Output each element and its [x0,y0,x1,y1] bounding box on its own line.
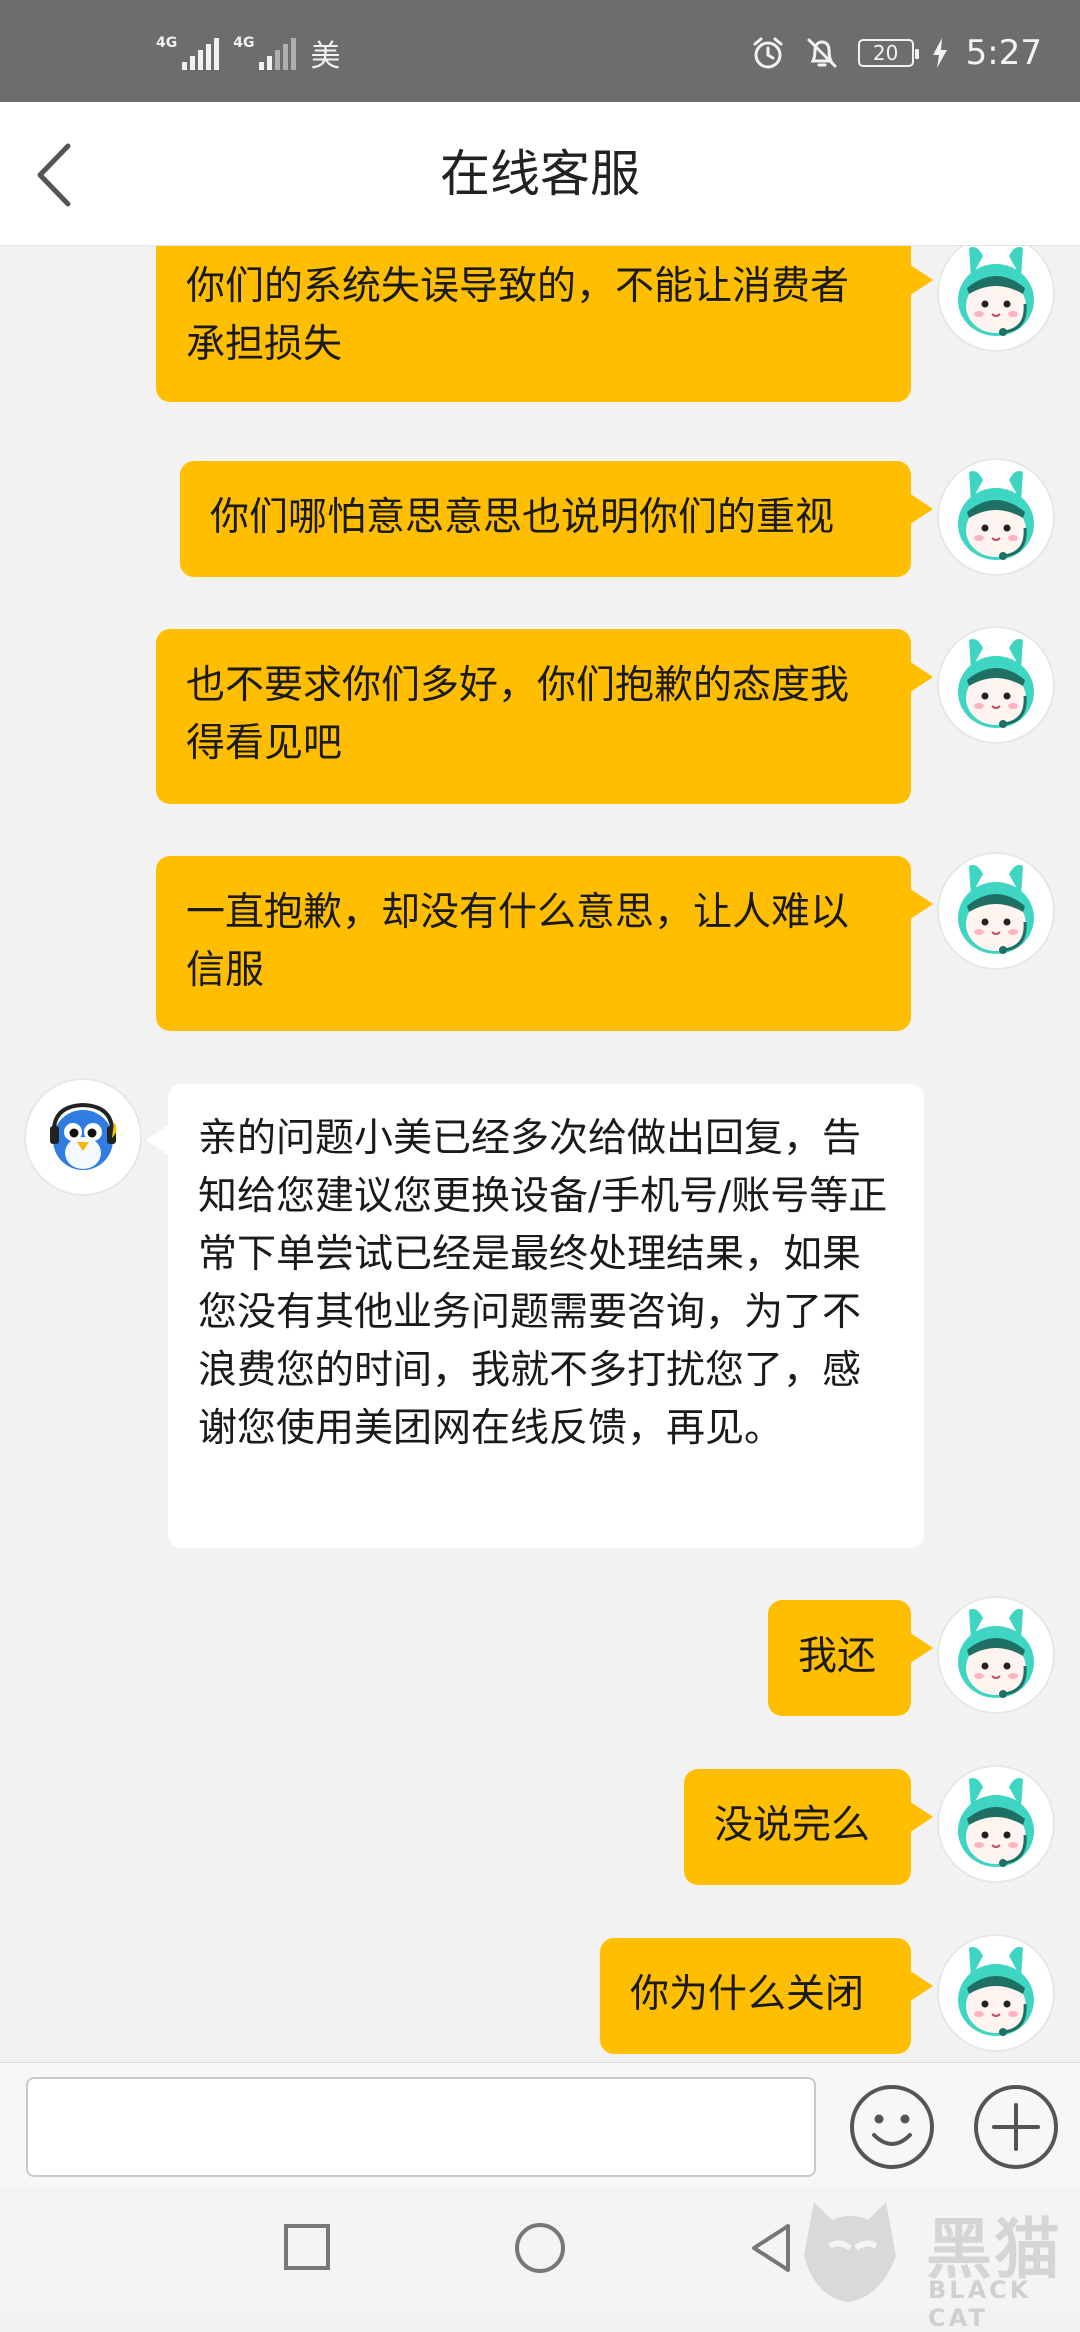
square-icon [284,2224,330,2270]
avatar-icon [937,852,1055,970]
user-message-bubble[interactable]: 也不要求你们多好，你们抱歉的态度我得看见吧 [156,629,933,804]
status-left: 4G 4G 美 [156,30,340,76]
user-avatar[interactable] [937,1596,1055,1714]
chat-area[interactable]: 你们的系统失误导致的，不能让消费者承担损失 你们哪怕意思意思也说明你们的重视 也… [0,246,1080,2062]
user-avatar[interactable] [937,1934,1055,2052]
avatar-icon [937,626,1055,744]
header: 在线客服 [0,102,1080,246]
smiley-icon [850,2085,934,2169]
signal-tag: 4G [156,35,178,51]
status-bar: 4G 4G 美 20 5:27 [0,0,1080,102]
status-right: 20 5:27 [750,30,1042,76]
user-avatar[interactable] [937,852,1055,970]
message-input[interactable] [26,2077,816,2177]
input-bar [0,2062,1080,2186]
user-avatar[interactable] [937,246,1055,352]
watermark-subtitle: BLACK CAT [928,2276,1032,2332]
avatar-icon [937,458,1055,576]
user-message-bubble[interactable]: 我还 [768,1600,933,1716]
user-message-bubble[interactable]: 你们哪怕意思意思也说明你们的重视 [180,461,933,577]
emoji-button[interactable] [848,2083,936,2171]
signal-icon: 4G [156,35,220,70]
avatar-icon [937,1765,1055,1883]
message-text: 你们的系统失误导致的，不能让消费者承担损失 [186,264,850,367]
avatar-icon [937,1596,1055,1714]
bolt-icon [932,38,947,68]
page-title: 在线客服 [440,145,640,203]
message-text: 一直抱歉，却没有什么意思，让人难以信服 [186,890,850,993]
back-nav-button[interactable] [740,2216,804,2280]
message-text: 也不要求你们多好，你们抱歉的态度我得看见吧 [186,663,850,766]
user-message-bubble[interactable]: 你为什么关闭 [600,1938,933,2054]
clock: 5:27 [965,33,1042,73]
user-message-bubble[interactable]: 你们的系统失误导致的，不能让消费者承担损失 [156,246,933,402]
triangle-back-icon [752,2224,790,2272]
back-button[interactable] [28,140,88,210]
message-text: 我还 [798,1634,877,1679]
chevron-left-icon [37,143,71,207]
message-text: 你们哪怕意思意思也说明你们的重视 [210,495,835,540]
home-button[interactable] [508,2216,572,2280]
agent-message-bubble[interactable]: 亲的问题小美已经多次给做出回复，告知给您建议您更换设备/手机号/账号等正常下单尝… [146,1084,924,1548]
signal-tag: 4G [233,35,255,51]
user-avatar[interactable] [937,458,1055,576]
user-message-bubble[interactable]: 没说完么 [684,1769,933,1885]
recents-button[interactable] [276,2216,340,2280]
plus-icon [974,2085,1058,2169]
bell-off-icon [807,38,837,68]
message-text: 你为什么关闭 [630,1972,865,2017]
more-button[interactable] [972,2083,1060,2171]
agent-avatar[interactable] [24,1078,142,1196]
message-text: 亲的问题小美已经多次给做出回复，告知给您建议您更换设备/手机号/账号等正常下单尝… [198,1116,888,1451]
avatar-icon [937,1934,1055,2052]
user-avatar[interactable] [937,626,1055,744]
avatar-icon [937,246,1055,352]
carrier-label: 美 [310,39,341,74]
message-text: 没说完么 [714,1803,871,1848]
circle-icon [515,2223,565,2273]
battery-indicator: 20 [857,39,919,67]
signal-icon: 4G [233,35,297,70]
alarm-icon [753,37,783,69]
user-avatar[interactable] [937,1765,1055,1883]
user-message-bubble[interactable]: 一直抱歉，却没有什么意思，让人难以信服 [156,856,933,1031]
bird-avatar-icon [24,1078,142,1196]
